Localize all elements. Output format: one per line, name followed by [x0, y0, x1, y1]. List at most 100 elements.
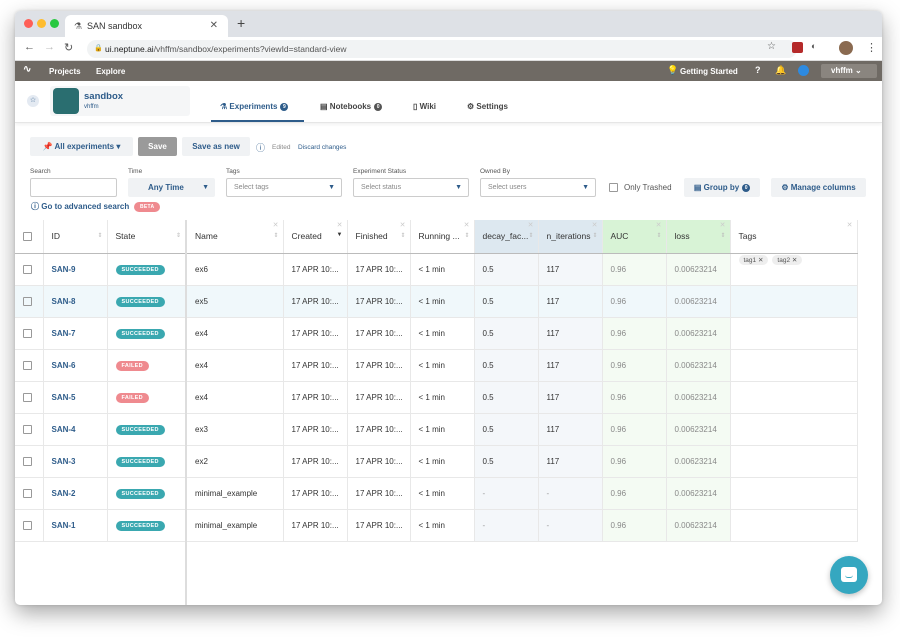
- remove-tag-icon[interactable]: ✕: [792, 257, 797, 264]
- column-header-running-time[interactable]: Running ... ✕ ⇕: [410, 220, 475, 254]
- bell-icon[interactable]: 🔔: [775, 65, 786, 76]
- column-header-loss[interactable]: loss ✕ ⇕: [666, 220, 731, 254]
- remove-column-icon[interactable]: ✕: [720, 221, 726, 229]
- minimize-window-button[interactable]: [37, 19, 46, 28]
- table-row[interactable]: SAN-1 SUCCEEDED minimal_example 17 APR 10:.…: [15, 509, 858, 542]
- project-card[interactable]: sandbox vhffm: [50, 86, 190, 116]
- remove-column-icon[interactable]: ✕: [273, 221, 279, 229]
- remove-column-icon[interactable]: ✕: [400, 221, 406, 229]
- column-header-created[interactable]: Created ✕ ▼: [283, 220, 348, 254]
- close-tab-icon[interactable]: ✕: [210, 15, 218, 37]
- sort-icon[interactable]: ⇕: [592, 232, 597, 239]
- forward-icon[interactable]: →: [44, 41, 55, 53]
- sort-icon[interactable]: ⇕: [273, 232, 278, 239]
- integration-icon[interactable]: [798, 65, 809, 76]
- advanced-search-link[interactable]: ⓘ Go to advanced search: [31, 201, 129, 212]
- time-select[interactable]: Any Time ▼: [128, 178, 215, 197]
- experiment-id-link[interactable]: SAN-5: [43, 381, 108, 414]
- url-input[interactable]: 🔒 ui.neptune.ai/vhffm/sandbox/experiment…: [87, 40, 797, 58]
- column-header-auc[interactable]: AUC ✕ ⇕: [602, 220, 667, 254]
- column-header-decay-factor[interactable]: decay_fac... ✕ ⇕: [474, 220, 539, 254]
- user-menu-button[interactable]: vhffm ⌄: [821, 64, 877, 78]
- tab-experiments[interactable]: ⚗ Experiments 9: [220, 102, 289, 111]
- remove-column-icon[interactable]: ✕: [528, 221, 534, 229]
- experiment-id-link[interactable]: SAN-7: [43, 317, 108, 350]
- status-select[interactable]: Select status ▼: [353, 178, 469, 197]
- tag-chip[interactable]: tag2 ✕: [772, 254, 803, 265]
- browser-tab[interactable]: ⚗ SAN sandbox ✕: [65, 15, 228, 37]
- row-checkbox[interactable]: [23, 488, 32, 498]
- select-all-checkbox[interactable]: [23, 232, 32, 242]
- view-selector-button[interactable]: 📌 All experiments ▾: [30, 137, 133, 156]
- getting-started-link[interactable]: Getting Started: [680, 67, 738, 76]
- search-input[interactable]: [30, 178, 117, 197]
- remove-column-icon[interactable]: ✕: [592, 221, 598, 229]
- back-icon[interactable]: ←: [24, 41, 35, 53]
- tab-notebooks[interactable]: ▤ Notebooks 0: [320, 102, 383, 111]
- table-row[interactable]: SAN-7 SUCCEEDED ex4 17 APR 10:... 17 APR 10:…: [15, 317, 858, 350]
- sort-icon[interactable]: ⇕: [176, 232, 181, 239]
- profile-avatar[interactable]: [839, 41, 853, 55]
- tab-wiki[interactable]: ▯ Wiki: [413, 102, 436, 111]
- browser-menu-icon[interactable]: ⋮: [866, 41, 877, 54]
- column-header-state[interactable]: State ⇕: [107, 220, 187, 254]
- table-row[interactable]: SAN-9 SUCCEEDED ex6 17 APR 10:... 17 APR 10:…: [15, 253, 858, 286]
- only-trashed-checkbox[interactable]: [609, 183, 618, 192]
- table-row[interactable]: SAN-5 FAILED ex4 17 APR 10:... 17 APR 10:...…: [15, 381, 858, 414]
- experiment-id-link[interactable]: SAN-1: [43, 509, 108, 542]
- row-checkbox[interactable]: [23, 392, 32, 402]
- discard-changes-link[interactable]: Discard changes: [298, 144, 346, 151]
- owner-select[interactable]: Select users ▼: [480, 178, 596, 197]
- column-header-id[interactable]: ID ⇕: [43, 220, 108, 254]
- experiment-id-link[interactable]: SAN-4: [43, 413, 108, 446]
- frozen-column-divider[interactable]: [185, 220, 187, 605]
- column-header-name[interactable]: Name ✕ ⇕: [185, 220, 284, 254]
- row-checkbox[interactable]: [23, 424, 32, 434]
- sort-icon[interactable]: ⇕: [400, 232, 405, 239]
- extension-shield-icon[interactable]: [792, 42, 803, 53]
- sort-icon[interactable]: ⇕: [720, 232, 725, 239]
- save-button[interactable]: Save: [138, 137, 177, 156]
- sort-icon[interactable]: ⇕: [656, 232, 661, 239]
- row-checkbox[interactable]: [23, 296, 32, 306]
- column-header-n-iterations[interactable]: n_iterations ✕ ⇕: [538, 220, 603, 254]
- remove-column-icon[interactable]: ✕: [464, 221, 470, 229]
- tags-select[interactable]: Select tags ▼: [226, 178, 342, 197]
- group-by-button[interactable]: ▤ Group by 0: [684, 178, 760, 197]
- table-row[interactable]: SAN-2 SUCCEEDED minimal_example 17 APR 10:.…: [15, 477, 858, 510]
- chat-support-button[interactable]: [830, 556, 868, 594]
- favorite-star-icon[interactable]: ☆: [27, 95, 39, 107]
- save-as-new-button[interactable]: Save as new: [182, 137, 250, 156]
- column-header-tags[interactable]: Tags ✕: [730, 220, 858, 254]
- sort-icon[interactable]: ⇕: [528, 232, 533, 239]
- experiment-id-link[interactable]: SAN-8: [43, 285, 108, 318]
- tag-chip[interactable]: tag1 ✕: [738, 254, 769, 265]
- nav-projects[interactable]: Projects: [49, 67, 81, 76]
- experiment-id-link[interactable]: SAN-6: [43, 349, 108, 382]
- row-checkbox[interactable]: [23, 328, 32, 338]
- row-checkbox[interactable]: [23, 456, 32, 466]
- nav-explore[interactable]: Explore: [96, 67, 125, 76]
- extension-circle-icon[interactable]: ◐: [811, 41, 816, 51]
- help-icon[interactable]: ?: [755, 65, 761, 75]
- remove-column-icon[interactable]: ✕: [847, 221, 853, 229]
- close-window-button[interactable]: [24, 19, 33, 28]
- row-checkbox[interactable]: [23, 360, 32, 370]
- experiment-id-link[interactable]: SAN-3: [43, 445, 108, 478]
- maximize-window-button[interactable]: [50, 19, 59, 28]
- experiment-id-link[interactable]: SAN-2: [43, 477, 108, 510]
- table-row[interactable]: SAN-3 SUCCEEDED ex2 17 APR 10:... 17 APR 10:…: [15, 445, 858, 478]
- row-checkbox[interactable]: [23, 264, 32, 274]
- reload-icon[interactable]: ↻: [64, 41, 73, 54]
- remove-tag-icon[interactable]: ✕: [758, 257, 763, 264]
- remove-column-icon[interactable]: ✕: [337, 221, 343, 229]
- tab-settings[interactable]: ⚙ Settings: [467, 102, 508, 111]
- row-checkbox[interactable]: [23, 520, 32, 530]
- new-tab-button[interactable]: +: [237, 15, 245, 31]
- table-row[interactable]: SAN-6 FAILED ex4 17 APR 10:... 17 APR 10:...…: [15, 349, 858, 382]
- sort-icon[interactable]: ⇕: [464, 232, 469, 239]
- bookmark-star-icon[interactable]: ☆: [767, 41, 776, 52]
- remove-column-icon[interactable]: ✕: [656, 221, 662, 229]
- column-header-finished[interactable]: Finished ✕ ⇕: [347, 220, 411, 254]
- manage-columns-button[interactable]: ⚙ Manage columns: [771, 178, 866, 197]
